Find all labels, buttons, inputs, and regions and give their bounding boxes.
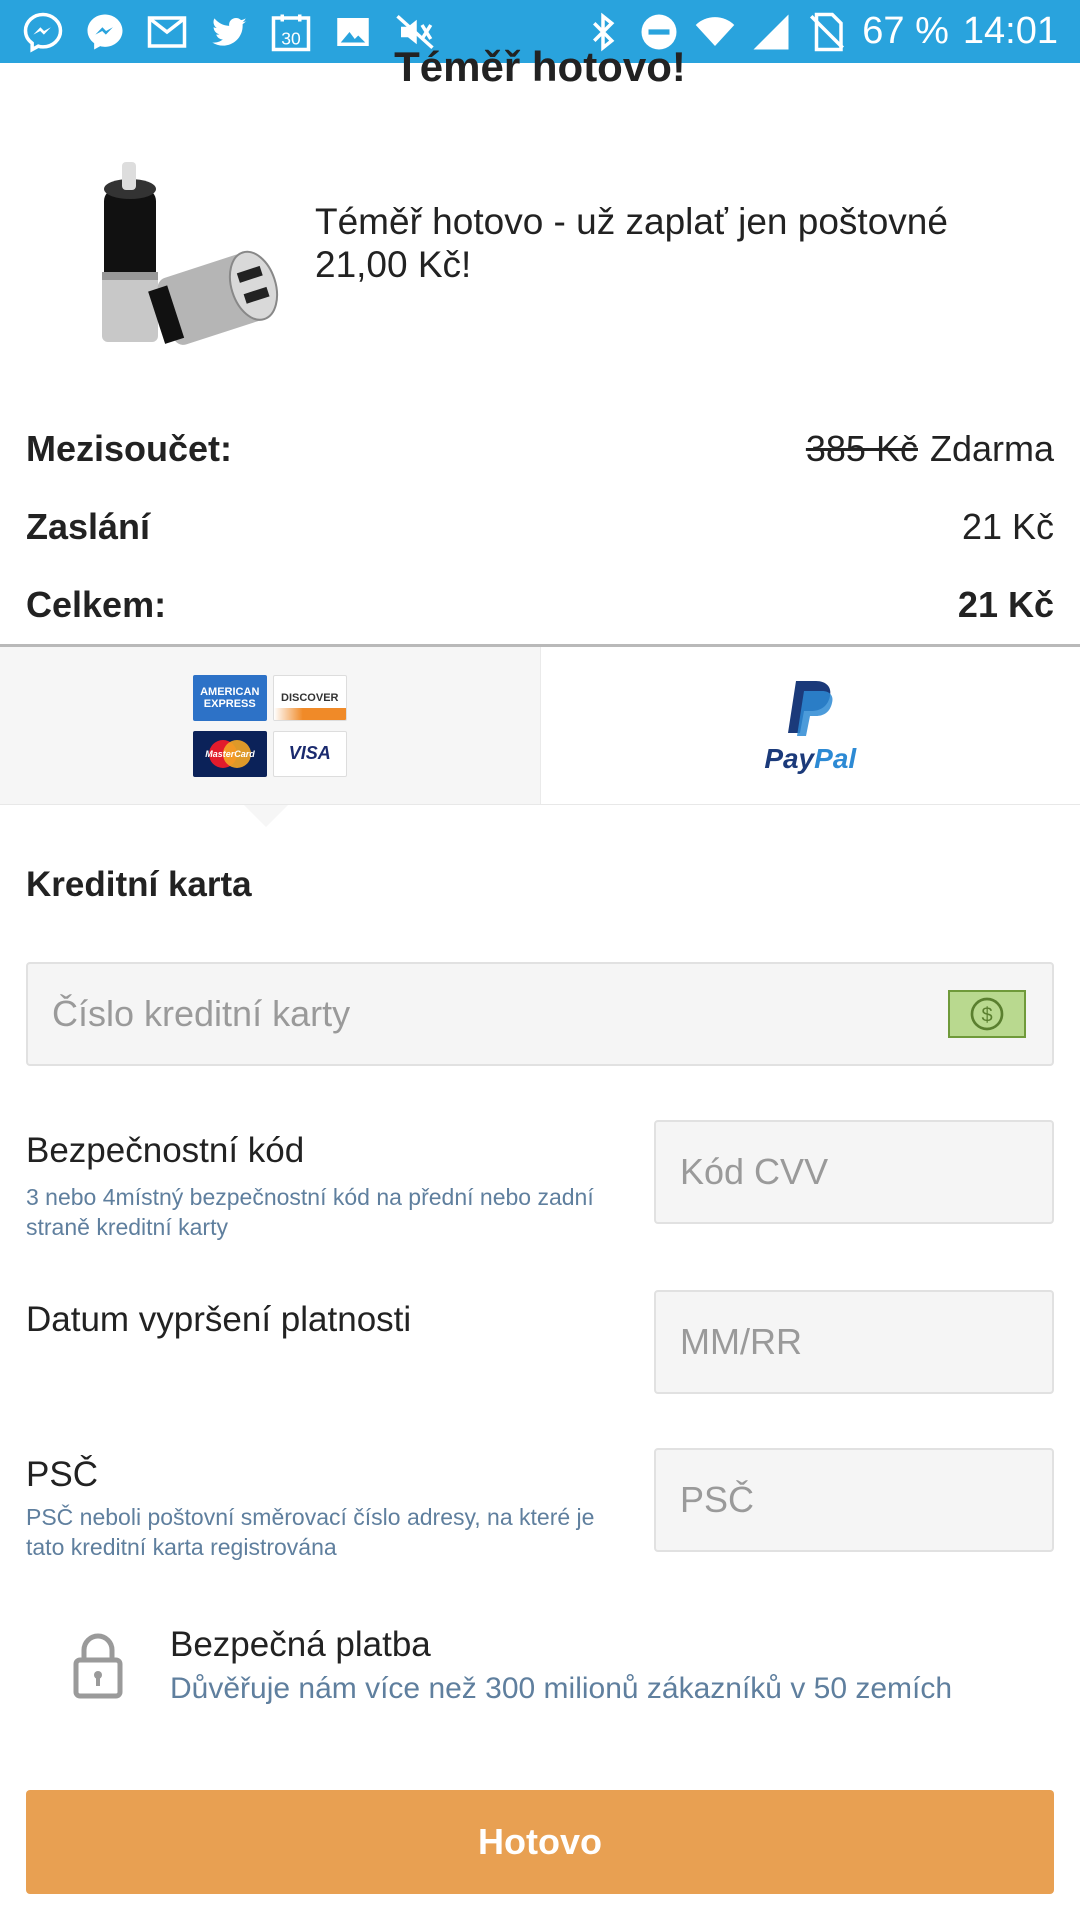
subtotal-free: Zdarma — [929, 428, 1054, 469]
amex-logo: AMERICAN EXPRESS — [192, 674, 267, 721]
done-button[interactable]: Hotovo — [26, 1790, 1054, 1894]
product-message: Téměř hotovo - už zaplať jen poštovné 21… — [315, 201, 948, 285]
card-number-input[interactable] — [52, 993, 1052, 1035]
expiry-field[interactable] — [654, 1290, 1054, 1394]
zip-label: PSČ — [26, 1455, 98, 1494]
card-logos: AMERICAN EXPRESS DISCOVER MasterCard VIS… — [192, 674, 347, 777]
svg-text:MasterCard: MasterCard — [205, 749, 255, 759]
zip-help: PSČ neboli poštovní směrovací číslo adre… — [26, 1504, 595, 1560]
tab-credit-card[interactable]: AMERICAN EXPRESS DISCOVER MasterCard VIS… — [0, 647, 540, 804]
expiry-label: Datum vypršení platnosti — [26, 1300, 412, 1339]
subtotal-label: Mezisoučet: — [26, 428, 233, 469]
total-value: 21 Kč — [957, 584, 1054, 625]
paypal-icon — [788, 680, 833, 736]
total-label: Celkem: — [26, 584, 167, 625]
subtotal-value: 385 Kč Zdarma — [806, 428, 1054, 470]
visa-logo: VISA — [272, 730, 347, 777]
secure-payment-note: Bezpečná platba Důvěřuje nám více než 30… — [0, 1620, 1080, 1730]
product-image — [102, 162, 279, 345]
shipping-row: Zaslání 21 Kč — [26, 488, 1054, 566]
payment-method-tabs: AMERICAN EXPRESS DISCOVER MasterCard VIS… — [0, 647, 1080, 805]
security-code-help: 3 nebo 4místný bezpečnostní kód na předn… — [26, 1184, 594, 1240]
zip-field[interactable] — [654, 1448, 1054, 1552]
lock-icon — [73, 1633, 123, 1699]
cvv-input[interactable] — [680, 1151, 1052, 1193]
subtotal-old-price: 385 Kč — [805, 428, 918, 469]
security-code-label: Bezpečnostní kód — [26, 1131, 305, 1170]
total-row: Celkem: 21 Kč — [26, 566, 1054, 644]
discover-logo: DISCOVER — [272, 674, 347, 721]
cvv-field[interactable] — [654, 1120, 1054, 1224]
svg-text:$: $ — [981, 1005, 992, 1027]
zip-input[interactable] — [680, 1479, 1052, 1521]
section-title: Kreditní karta — [26, 865, 252, 904]
paypal-logo: PayPal — [764, 677, 856, 775]
shipping-value: 21 Kč — [961, 506, 1054, 547]
tab-paypal[interactable]: PayPal — [539, 647, 1080, 804]
expiry-input[interactable] — [680, 1321, 1052, 1363]
secure-subtitle: Důvěřuje nám více než 300 milionů zákazn… — [170, 1672, 953, 1705]
mastercard-logo: MasterCard — [192, 730, 267, 777]
paypal-wordmark: PayPal — [764, 742, 857, 774]
secure-title: Bezpečná platba — [170, 1625, 431, 1664]
card-number-field[interactable]: $ — [26, 962, 1054, 1066]
active-tab-pointer — [244, 805, 288, 827]
money-icon: $ — [948, 990, 1026, 1038]
product-summary: Téměř hotovo - už zaplať jen poštovné 21… — [0, 140, 1080, 370]
order-summary: Mezisoučet: 385 Kč Zdarma Zaslání 21 Kč C… — [26, 410, 1054, 644]
subtotal-row: Mezisoučet: 385 Kč Zdarma — [26, 410, 1054, 488]
shipping-label: Zaslání — [26, 506, 151, 547]
page-title: Téměř hotovo! — [394, 43, 686, 90]
